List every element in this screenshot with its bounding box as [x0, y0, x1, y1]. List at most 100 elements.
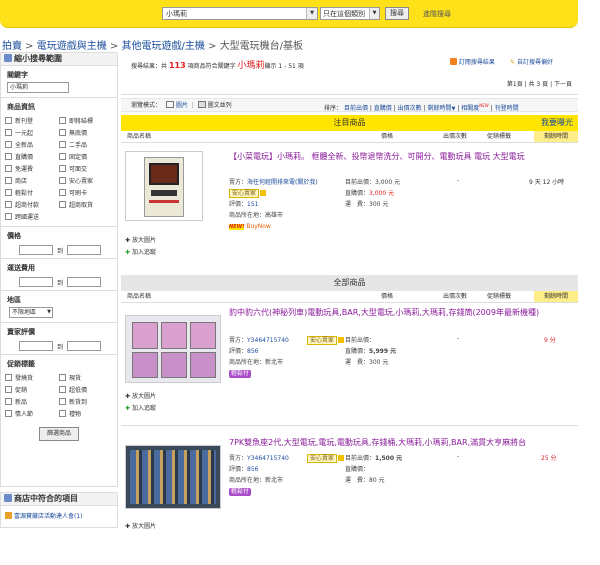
- breadcrumb-item[interactable]: 其他電玩遊戲/主機: [122, 41, 205, 52]
- featured-columns: 商品名稱 價格 出價次數 促銷標籤 剩餘時間: [121, 131, 578, 143]
- easy-pay-badge: 輕鬆付: [229, 488, 252, 496]
- arcade-machines-image: [132, 322, 216, 378]
- info-checkbox[interactable]: 超商取貨: [59, 198, 113, 210]
- sort-current-bid[interactable]: 目前出價: [344, 105, 368, 112]
- info-checkbox[interactable]: 免運費: [5, 162, 59, 174]
- keyword-input[interactable]: 小瑪莉: [7, 82, 69, 93]
- filter-button[interactable]: 篩選商品: [39, 427, 79, 441]
- seller-link[interactable]: Y3464715740: [247, 455, 289, 462]
- promo-checkbox[interactable]: 現貨: [59, 371, 113, 383]
- checkbox-icon: [5, 164, 12, 172]
- track-link[interactable]: ✚ 加入追蹤: [125, 403, 156, 412]
- location-label: 商品所在地：: [229, 212, 266, 219]
- promo-checkbox[interactable]: 新貨到: [59, 395, 113, 407]
- enlarge-link[interactable]: ✚ 放大圖片: [125, 235, 156, 244]
- col-name: 商品名稱: [127, 293, 152, 300]
- promo-checkbox[interactable]: 新品: [5, 395, 59, 407]
- featured-item: 【小菜電玩】小瑪莉。 框體全新、投幣退幣洗分、可開分、電動玩具 電玩 大型電玩 …: [121, 143, 578, 263]
- item-title[interactable]: 7PK雙魚座2代,大型電玩,電玩,電動玩具,存錢桶,大瑪莉,小瑪莉,BAR,滿貫…: [229, 437, 574, 448]
- promo-checkbox[interactable]: 發燒貨: [5, 371, 59, 383]
- get-exposure-link[interactable]: 我要曝光: [541, 115, 573, 131]
- buy-price-label: 直購價：: [345, 190, 370, 197]
- item-thumbnail[interactable]: [125, 445, 221, 509]
- sort-bids[interactable]: 出價次數: [398, 105, 422, 112]
- col-promo: 促銷標籤: [487, 293, 512, 300]
- seller-link[interactable]: 海任何經開排來電(關於我): [247, 179, 318, 186]
- enlarge-link[interactable]: ✚ 放大圖片: [125, 521, 156, 530]
- store-box: 富源寶藏店活動達人會(1): [0, 506, 118, 528]
- info-checkbox[interactable]: 商店: [5, 174, 59, 186]
- info-checkbox[interactable]: 安心賣家: [59, 174, 113, 186]
- breadcrumb-item[interactable]: 電玩遊戲與主機: [37, 41, 107, 52]
- promo-checkbox[interactable]: 超低價: [59, 383, 113, 395]
- item-title[interactable]: 豹中豹六代(神秘列車)電動玩具,BAR,大型電玩,小瑪莉,大瑪莉,存錢筒(200…: [229, 307, 574, 318]
- info-checkbox[interactable]: 直購價: [5, 150, 59, 162]
- promo-checkbox[interactable]: 促銷: [5, 383, 59, 395]
- time-left: 25 分: [541, 455, 557, 462]
- item-thumbnail[interactable]: [125, 315, 221, 383]
- rating-value[interactable]: 856: [247, 348, 258, 355]
- region-select[interactable]: 不限地區 ▼: [9, 307, 53, 318]
- sort-post-time[interactable]: 刊登時間: [495, 105, 519, 112]
- info-checkbox[interactable]: 跨國運送: [5, 210, 59, 222]
- info-checkbox[interactable]: 可面交: [59, 162, 113, 174]
- search-input-value: 小瑪莉: [166, 10, 187, 18]
- enlarge-link[interactable]: ✚ 放大圖片: [125, 391, 156, 400]
- info-checkbox[interactable]: 全新品: [5, 138, 59, 150]
- info-checkbox[interactable]: 新刊登: [5, 114, 59, 126]
- info-checkbox[interactable]: 無底價: [59, 126, 113, 138]
- track-text: 加入追蹤: [131, 405, 156, 412]
- sort-relevance[interactable]: 相關度: [461, 105, 479, 112]
- checkbox-icon: [59, 373, 66, 381]
- rating-max-input[interactable]: [67, 341, 102, 351]
- promo-checkbox[interactable]: 禮物: [59, 407, 113, 419]
- info-checkbox[interactable]: 輕鬆付: [5, 186, 59, 198]
- search-button[interactable]: 搜尋: [385, 7, 409, 20]
- sort-time-left[interactable]: 剩餘時間: [428, 105, 452, 112]
- category-select[interactable]: 只在這個類別 ▼: [320, 7, 380, 20]
- search-input[interactable]: 小瑪莉: [162, 7, 318, 20]
- featured-header: 注目商品 我要曝光: [121, 115, 578, 131]
- view-list-link[interactable]: 圖文並列: [208, 102, 232, 109]
- info-checkbox[interactable]: 二手品: [59, 138, 113, 150]
- pagination[interactable]: 第1頁 | 共 3 頁 | 下一頁: [507, 79, 572, 88]
- add-icon: ✚: [125, 405, 131, 412]
- sort-buy-price[interactable]: 直購價: [374, 105, 392, 112]
- info-checkbox[interactable]: 一元起: [5, 126, 59, 138]
- item-title[interactable]: 【小菜電玩】小瑪莉。 框體全新、投幣退幣洗分、可開分、電動玩具 電玩 大型電玩: [229, 151, 574, 162]
- breadcrumb-item[interactable]: 拍賣: [2, 41, 22, 52]
- sort-label: 排序：: [324, 105, 343, 112]
- store-item-link[interactable]: 富源寶藏店活動達人會(1): [14, 513, 83, 520]
- buy-price-value: 3,000 元: [369, 190, 395, 197]
- info-option-label: 免運費: [15, 165, 34, 173]
- list-item: 豹中豹六代(神秘列車)電動玩具,BAR,大型電玩,小瑪莉,大瑪莉,存錢筒(200…: [121, 303, 578, 435]
- keyword-label: 關鍵字: [7, 71, 28, 79]
- advanced-search-link[interactable]: 進階搜尋: [423, 9, 451, 19]
- checkbox-icon: [5, 409, 12, 417]
- shipping-label: 運 費：: [345, 477, 370, 484]
- breadcrumb: 拍賣 > 電玩遊戲與主機 > 其他電玩遊戲/主機 > 大型電玩機台/基板: [2, 37, 303, 52]
- chevron-down-icon: ▼: [47, 309, 51, 315]
- rating-value[interactable]: 856: [247, 466, 258, 473]
- track-link[interactable]: ✚ 加入追蹤: [125, 247, 156, 256]
- save-pref-link[interactable]: ✎ 自訂搜尋偏好: [510, 57, 553, 66]
- shipping-max-input[interactable]: [67, 277, 102, 287]
- view-grid-link[interactable]: 圖片: [176, 102, 188, 109]
- info-checkbox[interactable]: 可刷卡: [59, 186, 113, 198]
- shipping-min-input[interactable]: [19, 277, 53, 287]
- rating-label: 賣家評價: [7, 328, 35, 336]
- item-thumbnail[interactable]: [125, 151, 203, 221]
- info-checkbox[interactable]: 即將結標: [59, 114, 113, 126]
- seller-link[interactable]: Y3464715740: [247, 337, 289, 344]
- promo-checkbox[interactable]: 情人節: [5, 407, 59, 419]
- rating-min-input[interactable]: [19, 341, 53, 351]
- price-max-input[interactable]: [67, 245, 102, 255]
- location-label: 商品所在地：: [229, 359, 266, 366]
- search-history-dropdown[interactable]: ▼: [306, 8, 317, 19]
- subscribe-link[interactable]: 訂閱搜尋結果: [450, 57, 495, 66]
- info-checkbox[interactable]: 固定價: [59, 150, 113, 162]
- info-checkbox[interactable]: 超商付款: [5, 198, 59, 210]
- shield-icon: [338, 455, 345, 461]
- price-min-input[interactable]: [19, 245, 53, 255]
- rating-value[interactable]: 151: [247, 201, 258, 208]
